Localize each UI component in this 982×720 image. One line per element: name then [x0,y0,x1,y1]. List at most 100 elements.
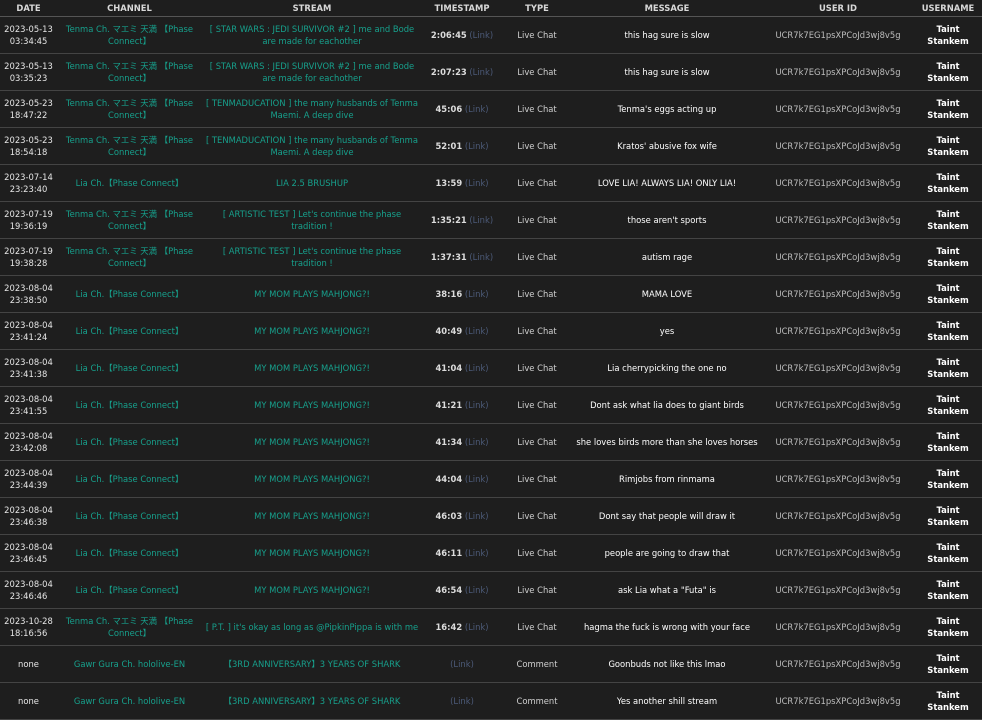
stream-link[interactable]: MY MOM PLAYS MAHJONG?! [202,312,422,350]
date-cell: none [0,645,57,683]
channel-link[interactable]: Tenma Ch. マエミ 天満 【Phase Connect】 [57,201,202,239]
type-cell: Live Chat [502,90,572,128]
channel-link[interactable]: Lia Ch.【Phase Connect】 [57,423,202,461]
timestamp-value: 44:04 [435,474,463,484]
stream-link[interactable]: [ TENMADUCATION ] the many husbands of T… [202,127,422,165]
type-cell: Live Chat [502,201,572,239]
timestamp-cell: 40:49 (Link) [422,312,502,350]
table-row: 2023-08-04 23:41:38 Lia Ch.【Phase Connect… [0,349,982,387]
timestamp-cell: 41:34 (Link) [422,423,502,461]
table-row: 2023-08-04 23:46:45 Lia Ch.【Phase Connect… [0,534,982,572]
stream-link[interactable]: MY MOM PLAYS MAHJONG?! [202,497,422,535]
channel-link[interactable]: Lia Ch.【Phase Connect】 [57,497,202,535]
date-cell: 2023-08-04 23:41:38 [0,349,57,387]
stream-link[interactable]: MY MOM PLAYS MAHJONG?! [202,275,422,313]
timestamp-link[interactable]: (Link) [450,696,474,706]
stream-link[interactable]: MY MOM PLAYS MAHJONG?! [202,386,422,424]
stream-link[interactable]: MY MOM PLAYS MAHJONG?! [202,534,422,572]
timestamp-link[interactable]: (Link) [469,67,493,77]
date-cell: 2023-08-04 23:46:38 [0,497,57,535]
channel-link[interactable]: Lia Ch.【Phase Connect】 [57,534,202,572]
timestamp-link[interactable]: (Link) [465,178,489,188]
header-username[interactable]: USERNAME [914,0,982,17]
stream-link[interactable]: LIA 2.5 BRUSHUP [202,164,422,202]
date-cell: 2023-05-13 03:34:45 [0,16,57,54]
header-stream[interactable]: STREAM [202,0,422,17]
header-channel[interactable]: CHANNEL [57,0,202,17]
header-message[interactable]: MESSAGE [572,0,762,17]
channel-link[interactable]: Lia Ch.【Phase Connect】 [57,275,202,313]
channel-link[interactable]: Tenma Ch. マエミ 天満 【Phase Connect】 [57,16,202,54]
message-cell: this hag sure is slow [572,16,762,54]
timestamp-link[interactable]: (Link) [465,326,489,336]
channel-link[interactable]: Tenma Ch. マエミ 天満 【Phase Connect】 [57,608,202,646]
stream-link[interactable]: MY MOM PLAYS MAHJONG?! [202,460,422,498]
timestamp-link[interactable]: (Link) [465,511,489,521]
username-cell: Taint Stankem [914,238,982,276]
channel-link[interactable]: Lia Ch.【Phase Connect】 [57,312,202,350]
timestamp-link[interactable]: (Link) [465,289,489,299]
message-cell: hagma the fuck is wrong with your face [572,608,762,646]
stream-link[interactable]: [ P.T. ] it's okay as long as @PipkinPip… [202,608,422,646]
channel-link[interactable]: Tenma Ch. マエミ 天満 【Phase Connect】 [57,127,202,165]
date-cell: 2023-07-19 19:36:19 [0,201,57,239]
channel-link[interactable]: Tenma Ch. マエミ 天満 【Phase Connect】 [57,53,202,91]
timestamp-link[interactable]: (Link) [465,437,489,447]
channel-link[interactable]: Lia Ch.【Phase Connect】 [57,386,202,424]
timestamp-link[interactable]: (Link) [465,622,489,632]
type-cell: Comment [502,682,572,720]
channel-link[interactable]: Lia Ch.【Phase Connect】 [57,164,202,202]
stream-link[interactable]: 【3RD ANNIVERSARY】3 YEARS OF SHARK [202,682,422,720]
channel-link[interactable]: Tenma Ch. マエミ 天満 【Phase Connect】 [57,238,202,276]
timestamp-link[interactable]: (Link) [465,400,489,410]
stream-link[interactable]: [ TENMADUCATION ] the many husbands of T… [202,90,422,128]
timestamp-link[interactable]: (Link) [465,585,489,595]
stream-link[interactable]: [ STAR WARS : JEDI SURVIVOR #2 ] me and … [202,53,422,91]
stream-link[interactable]: [ STAR WARS : JEDI SURVIVOR #2 ] me and … [202,16,422,54]
header-type[interactable]: TYPE [502,0,572,17]
stream-link[interactable]: [ ARTISTIC TEST ] Let's continue the pha… [202,201,422,239]
username-cell: Taint Stankem [914,53,982,91]
timestamp-link[interactable]: (Link) [469,252,493,262]
user-id-cell: UCR7k7EG1psXPCoJd3wj8v5g [762,534,914,572]
table-row: 2023-05-13 03:34:45 Tenma Ch. マエミ 天満 【Pha… [0,16,982,54]
user-id-cell: UCR7k7EG1psXPCoJd3wj8v5g [762,90,914,128]
username-cell: Taint Stankem [914,164,982,202]
channel-link[interactable]: Lia Ch.【Phase Connect】 [57,460,202,498]
header-timestamp[interactable]: TIMESTAMP [422,0,502,17]
header-row: DATE CHANNEL STREAM TIMESTAMP TYPE MESSA… [0,0,982,17]
username-cell: Taint Stankem [914,423,982,461]
type-cell: Live Chat [502,497,572,535]
username-cell: Taint Stankem [914,645,982,683]
timestamp-link[interactable]: (Link) [465,104,489,114]
stream-link[interactable]: [ ARTISTIC TEST ] Let's continue the pha… [202,238,422,276]
stream-link[interactable]: MY MOM PLAYS MAHJONG?! [202,349,422,387]
type-cell: Live Chat [502,127,572,165]
timestamp-link[interactable]: (Link) [465,363,489,373]
header-user-id[interactable]: USER ID [762,0,914,17]
timestamp-value: 38:16 [435,289,463,299]
stream-link[interactable]: 【3RD ANNIVERSARY】3 YEARS OF SHARK [202,645,422,683]
stream-link[interactable]: MY MOM PLAYS MAHJONG?! [202,423,422,461]
message-cell: autism rage [572,238,762,276]
timestamp-cell: 41:21 (Link) [422,386,502,424]
message-cell: Kratos' abusive fox wife [572,127,762,165]
stream-link[interactable]: MY MOM PLAYS MAHJONG?! [202,571,422,609]
timestamp-link[interactable]: (Link) [469,215,493,225]
timestamp-link[interactable]: (Link) [450,659,474,669]
channel-link[interactable]: Tenma Ch. マエミ 天満 【Phase Connect】 [57,90,202,128]
message-cell: Rimjobs from rinmama [572,460,762,498]
timestamp-cell: 46:03 (Link) [422,497,502,535]
channel-link[interactable]: Lia Ch.【Phase Connect】 [57,349,202,387]
timestamp-link[interactable]: (Link) [465,141,489,151]
timestamp-link[interactable]: (Link) [465,474,489,484]
user-id-cell: UCR7k7EG1psXPCoJd3wj8v5g [762,460,914,498]
table-row: 2023-08-04 23:44:39 Lia Ch.【Phase Connect… [0,460,982,498]
type-cell: Live Chat [502,423,572,461]
channel-link[interactable]: Lia Ch.【Phase Connect】 [57,571,202,609]
header-date[interactable]: DATE [0,0,57,17]
timestamp-link[interactable]: (Link) [469,30,493,40]
timestamp-link[interactable]: (Link) [465,548,489,558]
channel-link[interactable]: Gawr Gura Ch. hololive-EN [57,645,202,683]
channel-link[interactable]: Gawr Gura Ch. hololive-EN [57,682,202,720]
